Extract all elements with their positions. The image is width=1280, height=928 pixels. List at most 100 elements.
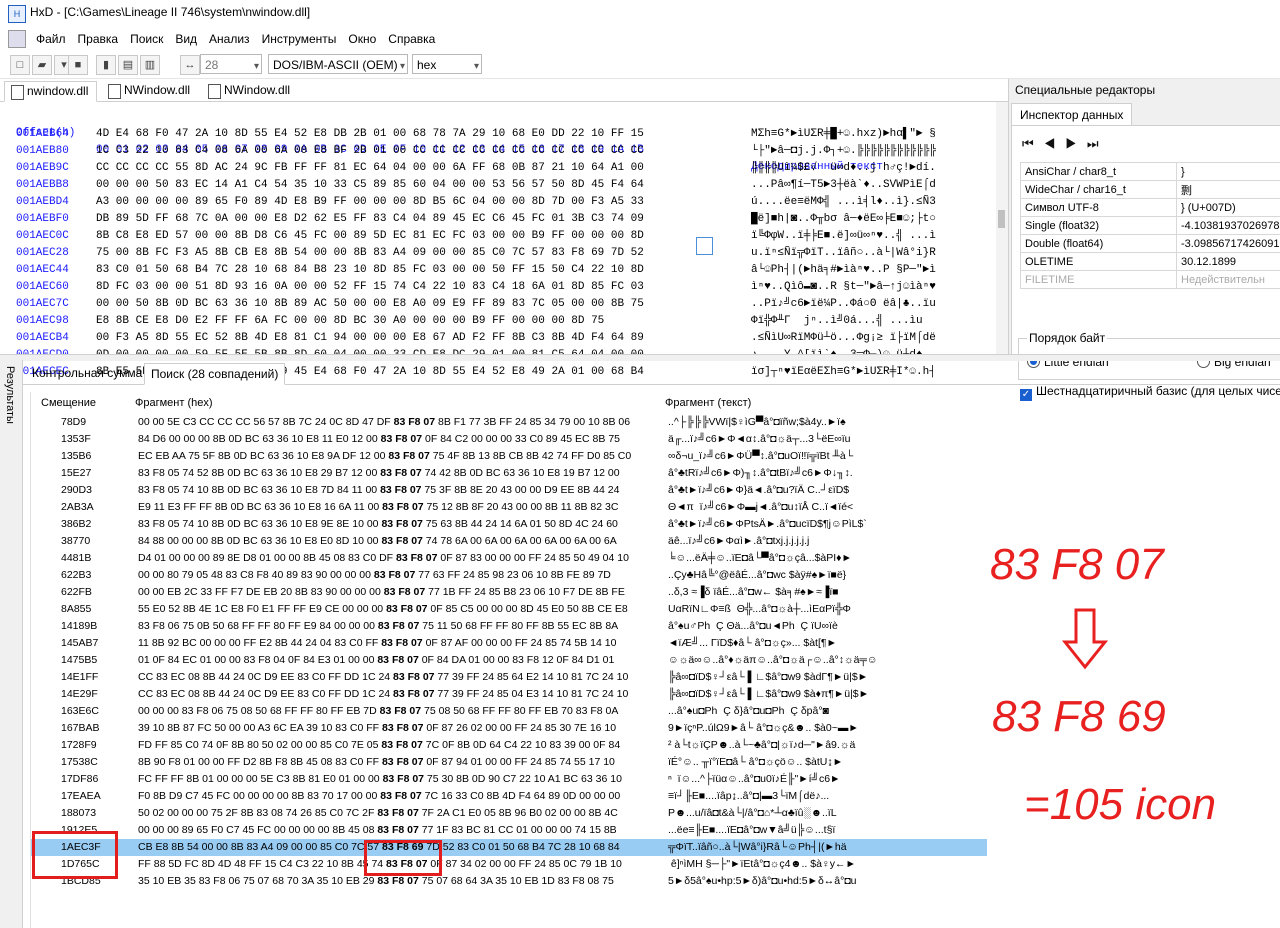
- menu-file[interactable]: Файл: [30, 28, 72, 50]
- bytes-per-row-select[interactable]: 28 ▾: [200, 54, 262, 74]
- hex-row-text[interactable]: └├"►â─◘j.j.Φ┐+☺.╠╠╠╠╠╠╠╠╠╠╠╠: [751, 143, 936, 160]
- result-row[interactable]: 145AB7 11 8B 92 BC 00 00 00 FF E2 8B 44 2…: [31, 635, 987, 652]
- result-row[interactable]: 8A855 55 E0 52 8B 4E 1C E8 F0 E1 FF FF E9…: [31, 601, 987, 618]
- inspector-row[interactable]: Символ UTF-8} (U+007D): [1020, 198, 1280, 217]
- tab-nwindow-dll[interactable]: nwindow.dll: [4, 81, 98, 102]
- hex-row-bytes[interactable]: E8 8B CE E8 D0 E2 FF FF 6A FC 00 00 8D B…: [96, 313, 604, 330]
- inspector-value[interactable]: Недействительн: [1176, 270, 1280, 289]
- inspector-row[interactable]: FILETIME Недействительн: [1020, 270, 1280, 289]
- hex-row-bytes[interactable]: 00 00 50 8B 0D BC 63 36 10 8B 89 AC 50 0…: [96, 296, 644, 313]
- hex-row-text[interactable]: u.ïⁿ≤Ñï╦ΦïT..ïâñ○..à└|Wâ°i}R: [751, 245, 936, 262]
- result-row[interactable]: 622B3 00 00 80 79 05 48 83 C8 F8 40 89 83…: [31, 567, 987, 584]
- open-folder-icon[interactable]: ▰: [32, 55, 52, 75]
- result-row[interactable]: 15E27 83 F8 05 74 52 8B 0D BC 63 36 10 E8…: [31, 465, 987, 482]
- hex-row-bytes[interactable]: 1C C3 22 10 83 C4 08 6A 00 6A 00 E8 BF 2…: [96, 143, 644, 160]
- result-row[interactable]: 2AB3A E9 11 E3 FF FF 8B 0D BC 63 36 10 E8…: [31, 499, 987, 516]
- text-column-header[interactable]: Фрагмент (текст): [665, 394, 751, 412]
- result-row[interactable]: 163E6C 00 00 00 83 F8 06 75 08 50 68 FF F…: [31, 703, 987, 720]
- result-row[interactable]: 1D765C FF 88 5D FC 8D 4D 48 FF 15 C4 C3 2…: [31, 856, 987, 873]
- inspector-row[interactable]: OLETIME 30.12.1899: [1020, 252, 1280, 271]
- hex-row-bytes[interactable]: 83 C0 01 50 68 B4 7C 28 10 68 84 B8 23 1…: [96, 262, 644, 279]
- result-row[interactable]: 4481B D4 01 00 00 00 89 8E D8 01 00 00 8B…: [31, 550, 987, 567]
- prev-icon[interactable]: ◀: [1044, 136, 1066, 151]
- result-row[interactable]: 1475B5 01 0F 84 EC 01 00 00 83 F8 04 0F 8…: [31, 652, 987, 669]
- hex-row-text[interactable]: ú....ëe≡ëMΦ╣ ...ì╡l♦..ì}.≤Ñ3: [751, 194, 936, 211]
- result-row[interactable]: 1BCD85 35 10 EB 35 83 F8 06 75 07 68 70 3…: [31, 873, 987, 890]
- result-row[interactable]: 17DF86 FC FF FF 8B 01 00 00 00 5E C3 8B 8…: [31, 771, 987, 788]
- result-row[interactable]: 38770 84 88 00 00 00 8B 0D BC 63 36 10 E8…: [31, 533, 987, 550]
- tab-checksum[interactable]: Контрольная сумма: [26, 363, 148, 383]
- hex-row-bytes[interactable]: A3 00 00 00 00 89 65 F0 89 4D E8 B9 FF 0…: [96, 194, 644, 211]
- result-row[interactable]: 1912E5 00 00 00 89 65 F0 C7 45 FC 00 00 0…: [31, 822, 987, 839]
- menu-search[interactable]: Поиск: [124, 28, 169, 50]
- inspector-value[interactable]: -4.10381937026978: [1176, 216, 1280, 235]
- hex-row-bytes[interactable]: CC CC CC CC 55 8D AC 24 9C FB FF FF 81 E…: [96, 160, 644, 177]
- inspector-row[interactable]: Single (float32) -4.10381937026978: [1020, 216, 1280, 235]
- hex-row-text[interactable]: â└☺Ph┤|(►hä╕#►ìàⁿ♥..P §P─"►ì: [751, 262, 936, 279]
- hex-row-text[interactable]: ìⁿ♥..Qìô▬◙..R §t─"►â─↑j☺ìàⁿ♥: [751, 279, 936, 296]
- offset-column-header[interactable]: Смещение: [41, 394, 96, 412]
- result-row[interactable]: 17EAEA F0 8B D9 C7 45 FC 00 00 00 00 8B 8…: [31, 788, 987, 805]
- tab-nwindow-dll-2[interactable]: NWindow.dll: [102, 81, 198, 100]
- hex-basis-checkbox[interactable]: ✓ Шестнадцатиричный базис (для целых чисе…: [1020, 384, 1280, 401]
- hex-row-bytes[interactable]: 00 F3 A5 8D 55 EC 52 8B 4D E8 81 C1 94 0…: [96, 330, 644, 347]
- result-row[interactable]: 14E1FF CC 83 EC 08 8B 44 24 0C D9 EE 83 C…: [31, 669, 987, 686]
- inspector-value[interactable]: } (U+007D): [1176, 198, 1280, 217]
- tab-nwindow-dll-3[interactable]: NWindow.dll: [202, 81, 298, 100]
- charset-select[interactable]: DOS/IBM-ASCII (OEM) ▾: [268, 54, 408, 74]
- inspector-value[interactable]: -3.09856717426091: [1176, 234, 1280, 253]
- result-row[interactable]: 1353F 84 D6 00 00 00 8B 0D BC 63 36 10 E8…: [31, 431, 987, 448]
- result-row[interactable]: 1728F9 FD FF 85 C0 74 0F 8B 80 50 02 00 0…: [31, 737, 987, 754]
- hex-row-bytes[interactable]: 8D FC 03 00 00 51 8D 93 16 0A 00 00 52 F…: [96, 279, 644, 296]
- hex-row-bytes[interactable]: 4D E4 68 F0 47 2A 10 8D 55 E4 52 E8 DB 2…: [96, 126, 644, 143]
- search-results-list[interactable]: Смещение Фрагмент (hex) Фрагмент (текст)…: [30, 392, 987, 928]
- inspector-row[interactable]: AnsiChar / char8_t}: [1020, 162, 1280, 181]
- menu-tools[interactable]: Инструменты: [256, 28, 343, 50]
- result-row[interactable]: 14E29F CC 83 EC 08 8B 44 24 0C D9 EE 83 C…: [31, 686, 987, 703]
- inspector-value[interactable]: 30.12.1899: [1176, 252, 1280, 271]
- menu-view[interactable]: Вид: [169, 28, 203, 50]
- hex-row-text[interactable]: ...Pâ∞¶í─T5►3┼ëà`♦..SVWPìE⌠d: [751, 177, 936, 194]
- hex-row-text[interactable]: ..Pï♪╝c6►ïë¼P..Φá○Θ ëâ|♣..ïu: [751, 296, 936, 313]
- hex-row-text[interactable]: Φï╬Φ╨Γ jⁿ..ì╝0á...╣ ...ìu: [751, 313, 923, 330]
- result-row[interactable]: 78D9 00 00 5E C3 CC CC CC 56 57 8B 7C 24 …: [31, 414, 987, 431]
- tab-data-inspector[interactable]: Инспектор данных: [1011, 103, 1133, 126]
- inspector-value[interactable]: }: [1176, 162, 1280, 181]
- hex-row-text[interactable]: █ë]■h|◙..Φ╥bσ â─♦ëE∞╞E■☺;├t○: [751, 211, 936, 228]
- result-row[interactable]: 622FB 00 00 EB 2C 33 FF F7 DE EB 20 8B 83…: [31, 584, 987, 601]
- properties-icon[interactable]: ▥: [140, 55, 160, 75]
- save-icon[interactable]: ■: [68, 55, 88, 75]
- hex-row-bytes[interactable]: 00 00 00 50 83 EC 14 A1 C4 54 35 10 33 C…: [96, 177, 644, 194]
- hex-row-bytes[interactable]: 8B C8 E8 ED 57 00 00 8B D8 C6 45 FC 00 8…: [96, 228, 644, 245]
- hex-row-bytes[interactable]: DB 89 5D FF 68 7C 0A 00 00 E8 D2 62 E5 F…: [96, 211, 644, 228]
- hex-row-bytes[interactable]: 75 00 8B FC F3 A5 8B CB E8 8B 54 00 00 8…: [96, 245, 644, 262]
- print-icon[interactable]: ▤: [118, 55, 138, 75]
- hex-scrollbar[interactable]: [996, 102, 1008, 354]
- hex-row-text[interactable]: .≤ÑìU∞RïMΦü┴ö...Φg¡≥ ï├ïM⌠dë: [751, 330, 936, 347]
- tab-search-results[interactable]: Поиск (28 совпадений): [144, 363, 286, 385]
- new-file-icon[interactable]: □: [10, 55, 30, 75]
- result-row[interactable]: 188073 50 02 00 00 00 75 2F 8B 83 08 74 2…: [31, 805, 987, 822]
- first-icon[interactable]: ⏮: [1022, 136, 1044, 151]
- result-row[interactable]: 290D3 83 F8 05 74 10 8B 0D BC 63 36 10 E8…: [31, 482, 987, 499]
- next-icon[interactable]: ▶: [1065, 136, 1087, 151]
- last-icon[interactable]: ⏭: [1087, 136, 1109, 151]
- hex-row-text[interactable]: ï╚ΦφW..ï╪╞E■.ë]∞ü∞ⁿ♥..╣ ...ì: [751, 228, 936, 245]
- menu-window[interactable]: Окно: [342, 28, 382, 50]
- result-row-selected[interactable]: 1AEC3F CB E8 8B 54 00 00 8B 83 A4 09 00 0…: [31, 839, 987, 856]
- result-row[interactable]: 167BAB 39 10 8B 87 FC 50 00 00 A3 6C EA 3…: [31, 720, 987, 737]
- display-mode-select[interactable]: hex ▾: [412, 54, 482, 74]
- scrollbar-thumb[interactable]: [998, 210, 1005, 228]
- menu-help[interactable]: Справка: [382, 28, 441, 50]
- hex-editor[interactable]: Offset(h) 00 01 02 03 04 05 06 07 08 09 …: [0, 102, 1000, 378]
- result-row[interactable]: 135B6 EC EB AA 75 5F 8B 0D BC 63 36 10 E8…: [31, 448, 987, 465]
- inspector-value[interactable]: 剽: [1176, 180, 1280, 199]
- result-row[interactable]: 386B2 83 F8 05 74 10 8B 0D BC 63 36 10 E8…: [31, 516, 987, 533]
- hex-row-text[interactable]: MΣh≡G*►ìUΣR╪█+☺.hxz)►hα▌"► §: [751, 126, 936, 143]
- bytes-per-row-icon[interactable]: ↔: [180, 55, 200, 75]
- inspector-row[interactable]: Double (float64) -3.09856717426091: [1020, 234, 1280, 253]
- menu-edit[interactable]: Правка: [72, 28, 125, 50]
- result-row[interactable]: 17538C 8B 90 F8 01 00 00 FF D2 8B F8 8B 4…: [31, 754, 987, 771]
- splitter[interactable]: [0, 354, 1280, 361]
- inspector-row[interactable]: WideChar / char16_t 剽: [1020, 180, 1280, 199]
